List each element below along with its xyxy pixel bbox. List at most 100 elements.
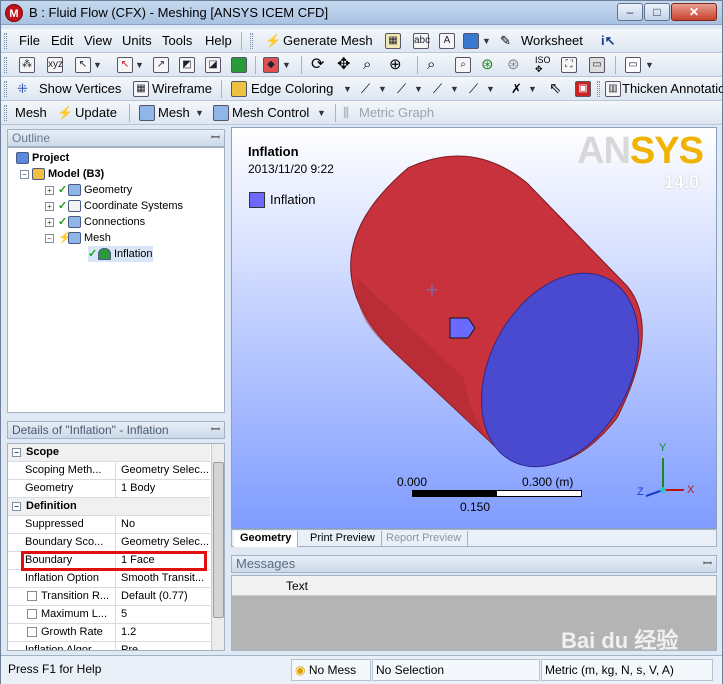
- pin-icon[interactable]: ꟷ: [211, 422, 220, 438]
- spell-check-icon[interactable]: abc: [413, 33, 430, 49]
- chevron-down-icon[interactable]: ▼: [195, 104, 204, 122]
- collapse-icon[interactable]: −: [12, 502, 21, 511]
- close-button[interactable]: ✕: [671, 3, 717, 21]
- maximize-button[interactable]: □: [644, 3, 670, 21]
- extend-selection-icon[interactable]: ◆: [263, 57, 279, 73]
- viewport-layout-icon[interactable]: ▭: [625, 57, 641, 73]
- magnifier-window-icon[interactable]: ⌕: [455, 57, 471, 73]
- toolbar-grip[interactable]: [4, 81, 7, 97]
- tree-node-coordinate-systems[interactable]: ✓ Coordinate Systems: [58, 198, 183, 214]
- annotation-icon[interactable]: A: [439, 33, 455, 49]
- edge-x-icon[interactable]: ✗: [511, 80, 522, 98]
- details-row[interactable]: Boundary Sco... Geometry Selec...: [8, 534, 210, 552]
- property-value[interactable]: 1.2: [118, 624, 210, 641]
- previous-view-icon[interactable]: ⊛: [481, 56, 494, 74]
- toolbar-grip[interactable]: [4, 33, 7, 49]
- toolbar-grip[interactable]: [4, 105, 7, 121]
- mesh-display-icon[interactable]: ▣: [575, 81, 591, 97]
- chevron-down-icon[interactable]: ▼: [343, 80, 352, 98]
- metric-graph-button[interactable]: Metric Graph: [359, 104, 434, 122]
- image-icon[interactable]: [463, 33, 479, 49]
- chevron-down-icon[interactable]: ▼: [528, 80, 537, 98]
- tab-print-preview[interactable]: Print Preview: [304, 531, 382, 547]
- property-value[interactable]: Smooth Transit...: [118, 570, 210, 587]
- select-face-icon[interactable]: ◩: [179, 57, 195, 73]
- details-scrollbar[interactable]: [211, 444, 224, 650]
- edge-thickness-2-icon[interactable]: ⟋: [433, 80, 442, 98]
- next-view-icon[interactable]: ⊛: [507, 56, 520, 74]
- details-row[interactable]: Geometry 1 Body: [8, 480, 210, 498]
- select-body-icon[interactable]: ◪: [205, 57, 221, 73]
- tree-node-inflation[interactable]: ✓ Inflation: [88, 246, 153, 262]
- collapse-icon[interactable]: −: [45, 234, 54, 243]
- property-value[interactable]: 5: [118, 606, 210, 623]
- chevron-down-icon[interactable]: ▼: [317, 104, 326, 122]
- select-edge-icon[interactable]: ↗: [153, 57, 169, 73]
- details-row[interactable]: Growth Rate 1.2: [8, 624, 210, 642]
- details-row[interactable]: Inflation Option Smooth Transit...: [8, 570, 210, 588]
- property-value[interactable]: 1 Body: [118, 480, 210, 497]
- wireframe-button[interactable]: Wireframe: [152, 80, 212, 98]
- property-value[interactable]: No: [118, 516, 210, 533]
- chevron-down-icon[interactable]: ▼: [482, 32, 491, 50]
- property-value[interactable]: Geometry Selec...: [118, 534, 210, 551]
- minimize-button[interactable]: –: [617, 3, 643, 21]
- chevron-down-icon[interactable]: ▼: [282, 56, 291, 74]
- chevron-down-icon[interactable]: ▼: [93, 56, 102, 74]
- tab-geometry[interactable]: Geometry: [234, 531, 299, 547]
- details-row[interactable]: Suppressed No: [8, 516, 210, 534]
- update-button[interactable]: Update: [75, 104, 117, 122]
- collapse-icon[interactable]: −: [20, 170, 29, 179]
- details-row[interactable]: Inflation Algor... Pre: [8, 642, 210, 650]
- toolbar-grip[interactable]: [4, 57, 7, 73]
- chevron-down-icon[interactable]: ▼: [135, 56, 144, 74]
- menu-units[interactable]: Units: [122, 32, 152, 50]
- fit-all-icon[interactable]: ⛶: [561, 57, 577, 73]
- preview-icon[interactable]: ▦: [385, 33, 401, 49]
- tree-node-model[interactable]: Model (B3): [32, 166, 104, 182]
- select-coords-icon[interactable]: xyz: [47, 57, 63, 73]
- tree-node-connections[interactable]: ✓ Connections: [58, 214, 145, 230]
- status-messages[interactable]: ◉ No Mess: [291, 659, 371, 681]
- pin-icon[interactable]: ꟷ: [211, 130, 220, 146]
- toolbar-grip[interactable]: [597, 81, 600, 97]
- chevron-down-icon[interactable]: ▼: [414, 80, 423, 98]
- property-value[interactable]: Pre: [118, 642, 210, 650]
- menu-help[interactable]: Help: [205, 32, 232, 50]
- scrollbar-thumb[interactable]: [213, 462, 224, 618]
- select-mode-icon[interactable]: ↖: [75, 57, 91, 73]
- menu-file[interactable]: File: [19, 32, 40, 50]
- info-icon[interactable]: i↖: [601, 32, 616, 50]
- tree-node-project[interactable]: Project: [16, 150, 69, 166]
- pan-icon[interactable]: ✥: [337, 56, 350, 74]
- status-units[interactable]: Metric (m, kg, N, s, V, A): [541, 659, 713, 681]
- edge-thickness-3-icon[interactable]: ⟋: [469, 80, 478, 98]
- generate-mesh-button[interactable]: Generate Mesh: [283, 32, 373, 50]
- chevron-down-icon[interactable]: ▼: [450, 80, 459, 98]
- expand-icon[interactable]: +: [45, 218, 54, 227]
- chevron-down-icon[interactable]: ▼: [645, 56, 654, 74]
- details-row[interactable]: Transition R... Default (0.77): [8, 588, 210, 606]
- menu-view[interactable]: View: [84, 32, 112, 50]
- expand-icon[interactable]: +: [45, 202, 54, 211]
- zoom-box-icon[interactable]: ⊕: [389, 56, 402, 74]
- mesh-control-button[interactable]: Mesh Control: [232, 104, 309, 122]
- tree-node-geometry[interactable]: ✓ Geometry: [58, 182, 132, 198]
- edge-display-icon[interactable]: ⟋: [361, 80, 370, 98]
- chevron-down-icon[interactable]: ▼: [486, 80, 495, 98]
- select-vertex-icon[interactable]: ↖: [117, 57, 133, 73]
- tree-node-mesh[interactable]: ⚡ Mesh: [58, 230, 111, 246]
- pin-icon[interactable]: ⇖: [549, 80, 562, 98]
- details-row[interactable]: Scoping Meth... Geometry Selec...: [8, 462, 210, 480]
- rotate-icon[interactable]: ⟳: [311, 56, 324, 74]
- edge-thickness-1-icon[interactable]: ⟋: [397, 80, 406, 98]
- details-section[interactable]: − Definition: [8, 498, 210, 516]
- collapse-icon[interactable]: −: [12, 448, 21, 457]
- show-vertices-button[interactable]: Show Vertices: [39, 80, 121, 98]
- menu-edit[interactable]: Edit: [51, 32, 73, 50]
- zoom-icon[interactable]: ⌕: [363, 56, 371, 74]
- toolbar-grip[interactable]: [250, 33, 253, 49]
- details-section[interactable]: − Scope: [8, 444, 210, 462]
- thicken-annotations-button[interactable]: Thicken Annotatio: [622, 80, 723, 98]
- graphics-viewport[interactable]: Inflation 2013/11/20 9:22 Inflation ANSY…: [231, 127, 717, 529]
